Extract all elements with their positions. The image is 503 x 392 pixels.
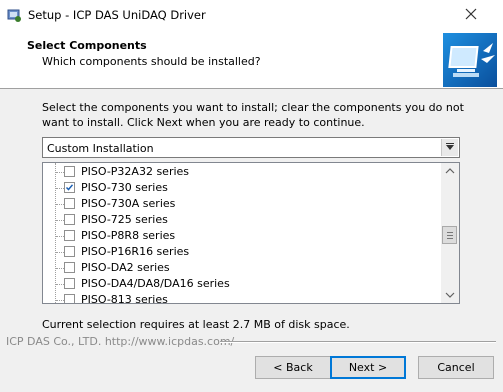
dropdown-button[interactable]: [441, 139, 458, 156]
component-label: PISO-725 series: [81, 213, 168, 226]
component-item[interactable]: PISO-813 series: [43, 292, 441, 304]
component-item[interactable]: PISO-P8R8 series: [43, 228, 441, 244]
tree-branch: [56, 172, 64, 173]
tree-branch: [56, 204, 64, 205]
component-label: PISO-P8R8 series: [81, 229, 176, 242]
component-label: PISO-DA2 series: [81, 261, 170, 274]
scroll-down-icon: [445, 292, 455, 298]
wizard-computer-icon: [443, 33, 497, 87]
next-button[interactable]: Next >: [330, 356, 406, 379]
wizard-header: Select Components Which components shoul…: [0, 30, 503, 89]
component-item[interactable]: PISO-730A series: [43, 196, 441, 212]
scroll-thumb[interactable]: [442, 226, 457, 244]
component-checkbox[interactable]: [64, 230, 75, 241]
component-checkbox[interactable]: [64, 166, 75, 177]
dropdown-bar-icon: [446, 143, 454, 144]
component-checkbox[interactable]: [64, 278, 75, 289]
tree-branch: [56, 300, 64, 301]
component-checkbox[interactable]: [64, 246, 75, 257]
page-subtitle: Which components should be installed?: [42, 55, 261, 68]
checkmark-icon: [65, 184, 74, 191]
component-label: PISO-P32A32 series: [81, 165, 190, 178]
component-item[interactable]: PISO-DA2 series: [43, 260, 441, 276]
component-checkbox[interactable]: [64, 294, 75, 303]
tree-branch: [56, 188, 64, 189]
window-title: Setup - ICP DAS UniDAQ Driver: [28, 8, 206, 22]
component-label: PISO-730 series: [81, 181, 168, 194]
component-checkbox[interactable]: [64, 262, 75, 273]
tree-branch: [56, 220, 64, 221]
installer-app-icon: [6, 7, 22, 23]
page-title: Select Components: [27, 39, 147, 52]
cancel-button[interactable]: Cancel: [418, 356, 494, 379]
scroll-down-button[interactable]: [441, 286, 459, 303]
scroll-up-icon: [445, 168, 455, 174]
tree-branch: [56, 284, 64, 285]
component-checkbox[interactable]: [64, 198, 75, 209]
tree-branch: [56, 268, 64, 269]
component-item[interactable]: PISO-P16R16 series: [43, 244, 441, 260]
vertical-scrollbar[interactable]: [441, 163, 459, 303]
back-button[interactable]: < Back: [255, 356, 331, 379]
instructions-text: Select the components you want to instal…: [42, 101, 464, 129]
component-item[interactable]: PISO-P32A32 series: [43, 164, 441, 180]
disk-space-text: Current selection requires at least 2.7 …: [42, 318, 350, 331]
install-type-value: Custom Installation: [47, 142, 154, 155]
branding-text: ICP DAS Co., LTD. http://www.icpdas.com/: [6, 335, 235, 348]
close-icon: [465, 8, 477, 20]
setup-window: Setup - ICP DAS UniDAQ Driver Select Com…: [0, 0, 503, 392]
component-item[interactable]: PISO-725 series: [43, 212, 441, 228]
component-checkbox[interactable]: [64, 214, 75, 225]
component-item[interactable]: PISO-DA4/DA8/DA16 series: [43, 276, 441, 292]
component-label: PISO-DA4/DA8/DA16 series: [81, 277, 230, 290]
tree-branch: [56, 236, 64, 237]
title-bar: Setup - ICP DAS UniDAQ Driver: [0, 0, 503, 30]
components-list[interactable]: PISO-P32A32 series PISO-730 series PISO-73…: [42, 162, 460, 304]
close-button[interactable]: [449, 1, 493, 28]
tree-branch: [56, 252, 64, 253]
component-label: PISO-813 series: [81, 293, 168, 304]
component-label: PISO-P16R16 series: [81, 245, 190, 258]
component-checkbox[interactable]: [64, 182, 75, 193]
separator: [220, 341, 496, 343]
component-label: PISO-730A series: [81, 197, 176, 210]
chevron-down-icon: [446, 145, 454, 150]
component-item[interactable]: PISO-730 series: [43, 180, 441, 196]
scroll-up-button[interactable]: [441, 163, 459, 180]
install-type-dropdown[interactable]: Custom Installation: [42, 137, 460, 158]
